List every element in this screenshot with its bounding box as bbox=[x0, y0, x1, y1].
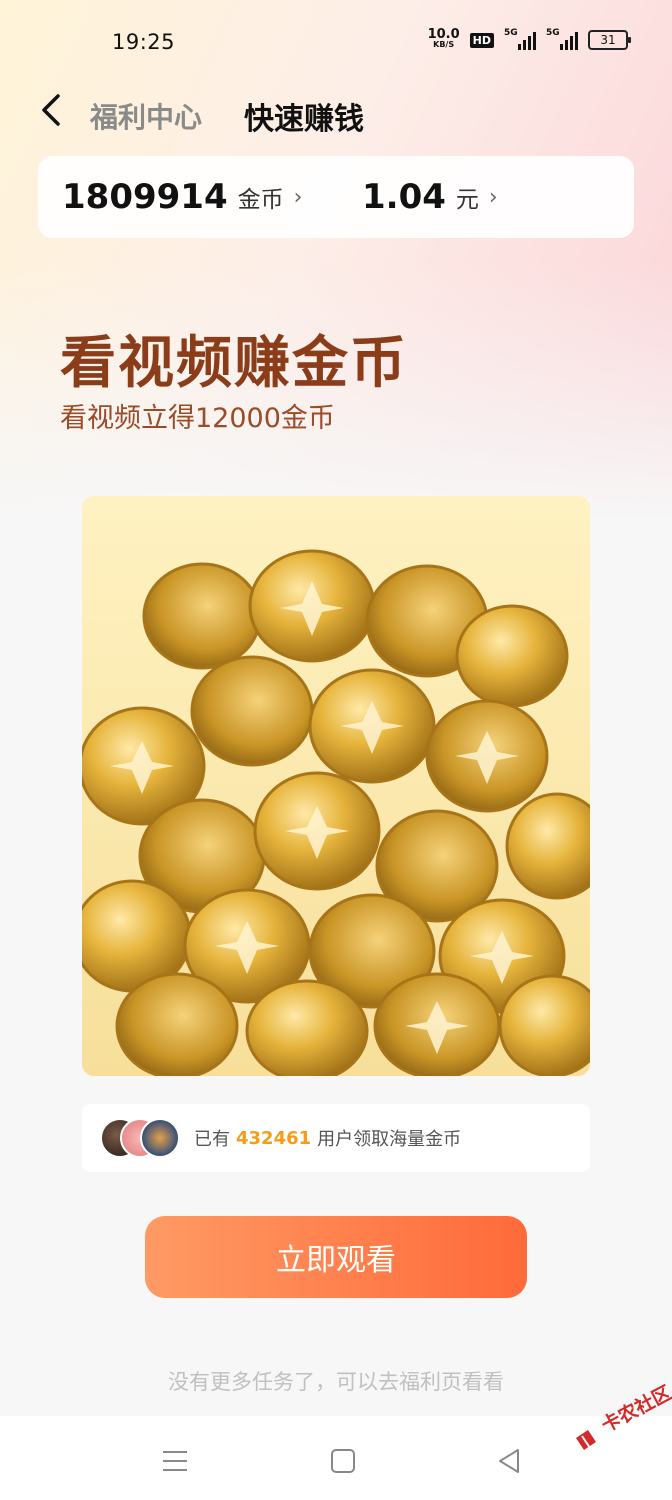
hero-title: 看视频赚金币 bbox=[60, 331, 408, 396]
chevron-right-icon: › bbox=[488, 184, 498, 210]
tab-quick-earn[interactable]: 快速赚钱 bbox=[244, 94, 364, 138]
gold-coins-graphic bbox=[82, 549, 590, 1076]
tab-welfare-center[interactable]: 福利中心 bbox=[90, 96, 202, 136]
hd-icon: HD bbox=[469, 32, 494, 48]
cash-balance[interactable]: 1.04 元 › bbox=[362, 156, 498, 238]
coin-balance[interactable]: 1809914 金币 › bbox=[62, 156, 302, 238]
users-claimed-text: 已有 432461 用户领取海量金币 bbox=[194, 1104, 461, 1172]
back-arrow-icon[interactable] bbox=[38, 92, 68, 128]
gold-coins-illustration bbox=[82, 496, 590, 1076]
network-speed: 10.0 KB/S bbox=[427, 27, 460, 50]
chevron-right-icon: › bbox=[293, 184, 303, 210]
menu-icon[interactable] bbox=[158, 1444, 192, 1478]
users-claimed-banner: 已有 432461 用户领取海量金币 bbox=[82, 1104, 590, 1172]
signal-label: 5G bbox=[546, 28, 560, 38]
home-icon[interactable] bbox=[326, 1444, 360, 1478]
cash-unit-label: 元 bbox=[455, 187, 479, 213]
back-triangle-icon[interactable] bbox=[492, 1444, 526, 1478]
hero-subtitle: 看视频立得12000金币 bbox=[60, 403, 335, 434]
status-icons: 10.0 KB/S HD 5G 5G 31 bbox=[427, 27, 631, 50]
no-more-tasks-note: 没有更多任务了，可以去福利页看看 bbox=[168, 1370, 504, 1394]
coin-unit-label: 金币 bbox=[237, 187, 284, 213]
battery-icon: 31 bbox=[588, 30, 631, 50]
users-prefix: 已有 bbox=[194, 1129, 230, 1150]
status-bar: 19:25 10.0 KB/S HD 5G 5G 31 bbox=[0, 0, 672, 88]
signal-icon: 5G bbox=[546, 28, 578, 50]
users-suffix: 用户领取海量金币 bbox=[317, 1129, 462, 1150]
avatar-group bbox=[100, 1118, 180, 1158]
network-speed-unit: KB/S bbox=[433, 40, 455, 49]
signal-label: 5G bbox=[504, 28, 518, 38]
watch-now-button[interactable]: 立即观看 bbox=[145, 1216, 527, 1298]
network-speed-value: 10.0 bbox=[427, 27, 460, 42]
cash-balance-value: 1.04 bbox=[362, 177, 446, 217]
users-count: 432461 bbox=[236, 1127, 312, 1149]
signal-icon: 5G bbox=[504, 28, 536, 50]
navigation-header: 福利中心 快速赚钱 bbox=[0, 80, 672, 144]
balance-card: 1809914 金币 › 1.04 元 › bbox=[38, 156, 634, 238]
clock: 19:25 bbox=[112, 30, 176, 54]
coin-balance-value: 1809914 bbox=[62, 177, 228, 217]
avatar bbox=[140, 1118, 180, 1158]
